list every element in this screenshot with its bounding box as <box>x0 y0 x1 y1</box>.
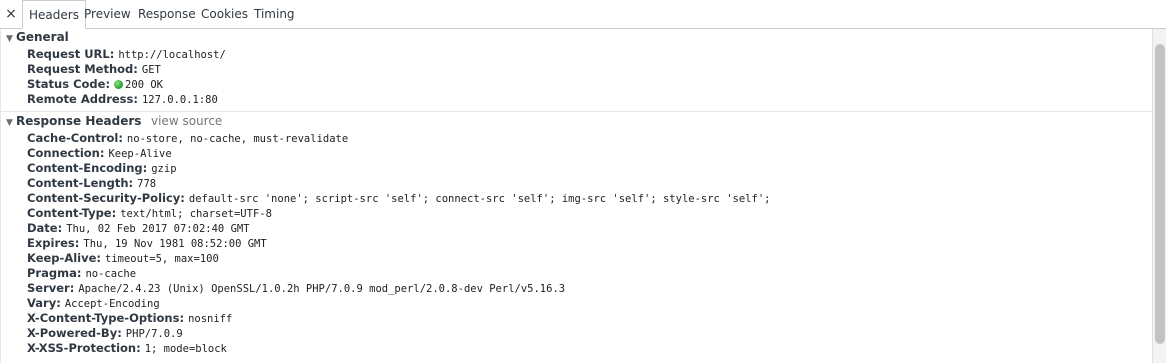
response-header-row: X-Powered-By: PHP/7.0.9 <box>27 326 183 341</box>
response-header-row: X-XSS-Protection: 1; mode=block <box>27 341 227 356</box>
header-key: Content-Length: <box>27 176 134 190</box>
response-header-row: Content-Length: 778 <box>27 176 156 191</box>
header-value: GET <box>141 64 161 76</box>
headers-panel: ▼ General Request URL: http://localhost/ R… <box>0 29 1152 363</box>
tab-cookies[interactable]: Cookies <box>195 0 254 29</box>
general-section-header[interactable]: ▼ General <box>6 29 69 45</box>
triangle-down-icon: ▼ <box>6 118 13 128</box>
header-value: 1; mode=block <box>144 343 227 355</box>
scrollbar-thumb[interactable] <box>1155 44 1165 344</box>
status-dot-icon <box>114 80 124 89</box>
header-value: http://localhost/ <box>118 49 226 61</box>
header-key: Status Code: <box>27 77 111 91</box>
header-key: Request URL: <box>27 47 115 61</box>
header-value: 127.0.0.1:80 <box>141 94 218 106</box>
triangle-down-icon: ▼ <box>6 34 13 44</box>
response-header-row: Keep-Alive: timeout=5, max=100 <box>27 251 219 266</box>
header-key: X-Content-Type-Options: <box>27 311 185 325</box>
general-row: Request Method: GET <box>27 62 161 77</box>
response-header-row: Vary: Accept-Encoding <box>27 296 160 311</box>
tab-response[interactable]: Response <box>132 0 202 29</box>
general-row: Request URL: http://localhost/ <box>27 47 226 62</box>
header-key: Pragma: <box>27 266 82 280</box>
header-key: Date: <box>27 221 63 235</box>
header-value: Keep-Alive <box>108 148 172 160</box>
header-key: Remote Address: <box>27 92 138 106</box>
general-title: General <box>16 30 69 44</box>
header-value: PHP/7.0.9 <box>125 328 183 340</box>
header-key: Content-Encoding: <box>27 161 148 175</box>
header-key: Content-Type: <box>27 206 117 220</box>
section-divider <box>0 111 1152 112</box>
header-value: Accept-Encoding <box>64 298 160 310</box>
response-header-row: Server: Apache/2.4.23 (Unix) OpenSSL/1.0.… <box>27 281 565 296</box>
header-value: timeout=5, max=100 <box>105 253 219 265</box>
header-value: 200 OK <box>125 79 163 91</box>
header-value: no-store, no-cache, must-revalidate <box>126 133 349 145</box>
response-header-row: Expires: Thu, 19 Nov 1981 08:52:00 GMT <box>27 236 267 251</box>
header-value: Apache/2.4.23 (Unix) OpenSSL/1.0.2h PHP/… <box>78 283 566 295</box>
header-value: default-src 'none'; script-src 'self'; c… <box>188 193 771 205</box>
response-headers-section-header[interactable]: ▼ Response Headers <box>6 113 141 129</box>
header-key: Content-Security-Policy: <box>27 191 185 205</box>
response-header-row: Connection: Keep-Alive <box>27 146 172 161</box>
general-row: Remote Address: 127.0.0.1:80 <box>27 92 218 107</box>
response-header-row: Content-Type: text/html; charset=UTF-8 <box>27 206 272 221</box>
response-header-row: X-Content-Type-Options: nosniff <box>27 311 232 326</box>
tab-preview[interactable]: Preview <box>78 0 137 29</box>
header-key: Connection: <box>27 146 105 160</box>
tab-bar: × Headers Preview Response Cookies Timin… <box>0 0 1166 29</box>
header-value: no-cache <box>85 268 137 280</box>
response-header-row: Cache-Control: no-store, no-cache, must-r… <box>27 131 348 146</box>
header-value: gzip <box>151 163 177 175</box>
tab-headers[interactable]: Headers <box>22 0 86 29</box>
response-headers-title: Response Headers <box>16 114 142 128</box>
view-source-link[interactable]: view source <box>151 113 222 129</box>
close-icon[interactable]: × <box>0 0 22 29</box>
header-key: Keep-Alive: <box>27 251 101 265</box>
header-value: Thu, 19 Nov 1981 08:52:00 GMT <box>83 238 267 250</box>
header-key: Vary: <box>27 296 61 310</box>
response-header-row: Content-Encoding: gzip <box>27 161 177 176</box>
vertical-scrollbar[interactable] <box>1152 29 1166 363</box>
header-value: text/html; charset=UTF-8 <box>120 208 272 220</box>
tab-timing[interactable]: Timing <box>248 0 301 29</box>
response-header-row: Date: Thu, 02 Feb 2017 07:02:40 GMT <box>27 221 250 236</box>
header-key: Expires: <box>27 236 80 250</box>
header-value: 778 <box>137 178 157 190</box>
header-key: X-XSS-Protection: <box>27 341 141 355</box>
response-header-row: Content-Security-Policy: default-src 'non… <box>27 191 770 206</box>
header-key: Cache-Control: <box>27 131 123 145</box>
header-value: nosniff <box>188 313 233 325</box>
header-key: Server: <box>27 281 75 295</box>
response-header-row: Pragma: no-cache <box>27 266 136 281</box>
header-key: X-Powered-By: <box>27 326 122 340</box>
general-row: Status Code: 200 OK <box>27 77 163 92</box>
header-key: Request Method: <box>27 62 138 76</box>
header-value: Thu, 02 Feb 2017 07:02:40 GMT <box>66 223 250 235</box>
